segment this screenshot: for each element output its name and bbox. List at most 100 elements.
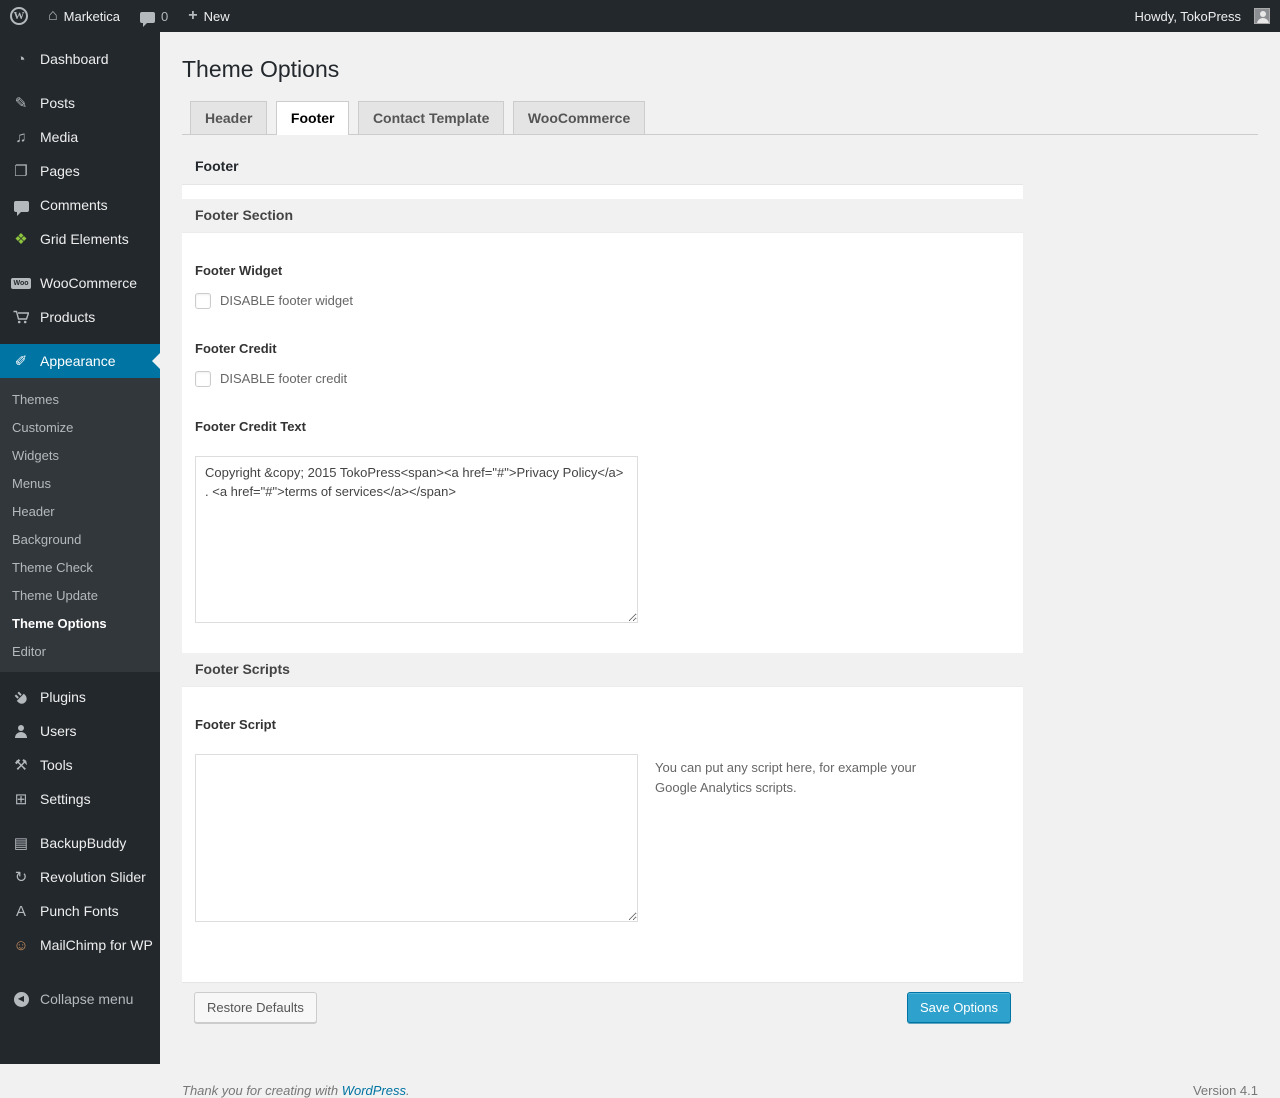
sidebar-item-products[interactable]: Products (0, 300, 160, 334)
sidebar-item-backupbuddy[interactable]: ▤ BackupBuddy (0, 826, 160, 860)
sidebar-item-collapse-menu[interactable]: ◀ Collapse menu (0, 982, 160, 1016)
footer-thankyou: Thank you for creating with WordPress. (182, 1083, 410, 1098)
sidebar-item-tools[interactable]: ⚒ Tools (0, 748, 160, 782)
disable-footer-credit-label: DISABLE footer credit (220, 371, 348, 387)
dashboard-icon: ◔ (16, 50, 26, 68)
submenu-item-widgets[interactable]: Widgets (0, 441, 160, 469)
settings-icon: ⊞ (14, 790, 28, 808)
sidebar-item-revolution-slider[interactable]: ↻ Revolution Slider (0, 860, 160, 894)
tab-footer[interactable]: Footer (275, 100, 350, 135)
sidebar-item-users[interactable]: Users (0, 714, 160, 748)
my-account-menu[interactable]: Howdy, TokoPress (1125, 0, 1280, 32)
sidebar-item-posts[interactable]: ✎ Posts (0, 86, 160, 120)
home-icon: ⌂ (48, 7, 58, 24)
page-title: Theme Options (182, 56, 340, 82)
new-label: New (203, 8, 230, 24)
sidebar-item-appearance[interactable]: ✐ Appearance (0, 344, 160, 378)
options-panel: Footer Footer Section Footer Widget DISA… (182, 148, 1023, 1033)
sidebar-item-media[interactable]: ♫ Media (0, 120, 160, 154)
sidebar-item-pages[interactable]: ❐ Pages (0, 154, 160, 188)
sidebar-item-label: Posts (40, 95, 76, 111)
comments-menu[interactable]: 0 (130, 0, 178, 32)
users-icon (12, 724, 30, 738)
page-footer: Thank you for creating with WordPress. V… (182, 1083, 1258, 1098)
admin-sidebar: ◔ Dashboard ✎ Posts ♫ Media ❐ Pages Comm… (0, 32, 160, 1064)
new-menu[interactable]: + New (178, 0, 239, 32)
panel-title: Footer (182, 148, 1023, 185)
submenu-item-themes[interactable]: Themes (0, 385, 160, 413)
tab-woocommerce[interactable]: WooCommerce (512, 100, 646, 134)
media-icon: ♫ (15, 128, 27, 146)
submenu-item-header[interactable]: Header (0, 497, 160, 525)
sidebar-item-plugins[interactable]: Plugins (0, 680, 160, 714)
sidebar-item-dashboard[interactable]: ◔ Dashboard (0, 42, 160, 76)
submenu-item-editor[interactable]: Editor (0, 637, 160, 665)
sidebar-item-label: Collapse menu (40, 991, 134, 1007)
sidebar-item-punch-fonts[interactable]: A Punch Fonts (0, 894, 160, 928)
footer-section-body: Footer Widget DISABLE footer widget Foot… (182, 232, 1023, 653)
sidebar-item-label: BackupBuddy (40, 835, 127, 851)
sidebar-item-label: Dashboard (40, 51, 109, 67)
tools-icon: ⚒ (14, 756, 28, 774)
pages-icon: ❐ (14, 162, 28, 180)
appearance-submenu: Themes Customize Widgets Menus Header Ba… (0, 378, 160, 672)
submenu-item-customize[interactable]: Customize (0, 413, 160, 441)
submenu-item-theme-check[interactable]: Theme Check (0, 553, 160, 581)
footer-thankyou-suffix: . (406, 1083, 410, 1098)
disable-footer-widget-checkbox[interactable] (195, 292, 211, 309)
sidebar-item-label: Pages (40, 163, 80, 179)
plus-icon: + (188, 7, 198, 24)
grid-elements-icon: ❖ (14, 230, 28, 248)
tab-header[interactable]: Header (190, 100, 268, 134)
sidebar-item-label: Users (40, 723, 77, 739)
footer-credit-label: Footer Credit (195, 340, 277, 356)
section-footer-scripts-title: Footer Scripts (182, 652, 1023, 687)
wordpress-link[interactable]: WordPress (342, 1083, 406, 1098)
main-content: Theme Options Header Footer Contact Temp… (160, 32, 1280, 1098)
avatar (1254, 8, 1270, 24)
sidebar-item-settings[interactable]: ⊞ Settings (0, 782, 160, 816)
version-text: Version 4.1 (1192, 1083, 1258, 1098)
panel-action-bar: Restore Defaults Save Options (182, 981, 1023, 1033)
sidebar-item-label: Revolution Slider (40, 869, 146, 885)
restore-defaults-button[interactable]: Restore Defaults (194, 991, 317, 1024)
sidebar-item-label: Media (40, 129, 79, 145)
plugins-icon (12, 690, 30, 704)
footer-credit-text-input[interactable]: Copyright &copy; 2015 TokoPress<span><a … (195, 455, 638, 623)
submenu-item-theme-options[interactable]: Theme Options (0, 609, 160, 637)
footer-credit-text-label: Footer Credit Text (195, 418, 306, 434)
tab-contact-template[interactable]: Contact Template (357, 100, 505, 134)
sidebar-item-label: Appearance (40, 353, 116, 369)
footer-script-help-text: You can put any script here, for example… (655, 759, 917, 796)
punch-fonts-icon: A (15, 902, 26, 920)
footer-script-row: You can put any script here, for example… (195, 732, 1010, 922)
submenu-item-background[interactable]: Background (0, 525, 160, 553)
disable-footer-credit-checkbox[interactable] (195, 370, 211, 387)
sidebar-item-label: Grid Elements (40, 231, 129, 247)
sidebar-item-label: Settings (40, 791, 91, 807)
sidebar-item-label: Punch Fonts (40, 903, 119, 919)
collapse-icon: ◀ (12, 991, 30, 1007)
sidebar-item-mailchimp[interactable]: ☺ MailChimp for WP (0, 928, 160, 962)
mailchimp-icon: ☺ (13, 936, 29, 954)
sidebar-item-label: Comments (40, 197, 108, 213)
sidebar-item-grid-elements[interactable]: ❖ Grid Elements (0, 222, 160, 256)
sidebar-item-woocommerce[interactable]: Woo WooCommerce (0, 266, 160, 300)
woocommerce-icon: Woo (11, 277, 31, 289)
backupbuddy-icon: ▤ (13, 834, 29, 852)
footer-widget-label: Footer Widget (195, 262, 283, 278)
footer-script-label: Footer Script (195, 716, 276, 732)
wp-logo-menu[interactable]: W (0, 0, 38, 32)
footer-widget-checkbox-row: DISABLE footer widget (195, 292, 1010, 309)
disable-footer-widget-label: DISABLE footer widget (220, 293, 353, 309)
wordpress-logo-icon: W (10, 7, 28, 25)
site-menu[interactable]: ⌂ Marketica (38, 0, 130, 32)
footer-thankyou-prefix: Thank you for creating with (182, 1083, 342, 1098)
submenu-item-menus[interactable]: Menus (0, 469, 160, 497)
sidebar-item-label: Products (40, 309, 96, 325)
section-footer-section-title: Footer Section (182, 198, 1023, 233)
footer-script-input[interactable] (195, 753, 638, 922)
save-options-button[interactable]: Save Options (906, 991, 1011, 1024)
submenu-item-theme-update[interactable]: Theme Update (0, 581, 160, 609)
sidebar-item-comments[interactable]: Comments (0, 188, 160, 222)
